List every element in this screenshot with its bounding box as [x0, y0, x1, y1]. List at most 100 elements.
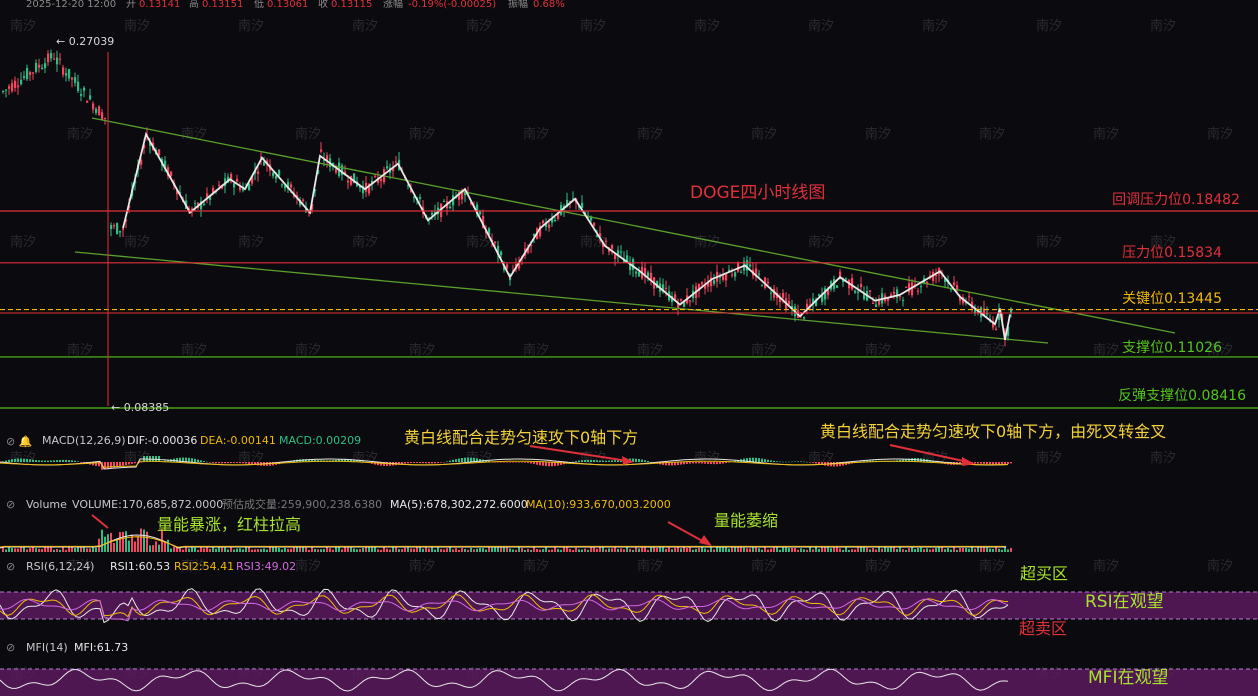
- volume-bar: [1010, 547, 1012, 552]
- volume-bar: [761, 549, 763, 552]
- volume-bar: [965, 547, 967, 552]
- macd-bar: [125, 462, 127, 465]
- watermark-text: 南汐: [637, 558, 663, 574]
- volume-bar: [302, 547, 304, 552]
- candle-body: [32, 72, 35, 74]
- volume-bar: [143, 529, 145, 552]
- macd-bar: [527, 462, 529, 464]
- volume-bar: [485, 549, 487, 552]
- candle-body: [611, 245, 614, 249]
- macd-bar: [515, 462, 517, 463]
- volume-bar: [704, 548, 706, 552]
- volume-bar: [1007, 549, 1009, 552]
- volume-bar: [419, 547, 421, 552]
- volume-bar: [905, 549, 907, 552]
- volume-bar: [653, 547, 655, 552]
- volume-bar: [656, 547, 658, 552]
- volume-bar: [968, 548, 970, 552]
- volume-bar: [473, 549, 475, 552]
- volume-label: Volume: [26, 498, 67, 511]
- candle-body: [734, 272, 737, 277]
- macd-bar: [107, 462, 109, 469]
- volume-bar: [557, 549, 559, 552]
- volume-bar: [155, 541, 157, 552]
- volume-bar: [92, 547, 94, 552]
- watermark-text: 南汐: [409, 342, 435, 358]
- watermark-text: 南汐: [1207, 558, 1233, 574]
- volume-bar: [542, 549, 544, 552]
- macd-bar: [416, 462, 418, 463]
- watermark-text: 南汐: [523, 342, 549, 358]
- volume-bar: [326, 547, 328, 552]
- volume-bar: [377, 549, 379, 552]
- volume-bar: [479, 548, 481, 552]
- candle-body: [953, 282, 956, 286]
- volume-bar: [17, 548, 19, 552]
- watermark-text: 南汐: [67, 342, 93, 358]
- macd-bar: [581, 460, 583, 462]
- volume-bar: [596, 548, 598, 552]
- macd-bar: [638, 459, 640, 462]
- candle-body: [38, 64, 41, 68]
- volume-bar: [287, 548, 289, 552]
- volume-bar: [800, 548, 802, 552]
- volume-bar: [1001, 549, 1003, 552]
- volume-bar: [455, 548, 457, 552]
- volume-bar: [884, 547, 886, 552]
- macd-bar: [704, 462, 706, 464]
- macd-bar: [440, 462, 442, 463]
- volume-bar: [920, 547, 922, 552]
- macd-bar: [596, 460, 598, 462]
- volume-bar: [221, 547, 223, 552]
- volume-bar: [767, 549, 769, 552]
- candle-body: [257, 171, 260, 174]
- volume-bar: [983, 546, 985, 552]
- volume-bar: [695, 548, 697, 552]
- volume-bar: [755, 547, 757, 552]
- volume-bar: [59, 549, 61, 552]
- macd-bar: [785, 461, 787, 463]
- volume-bar: [260, 549, 262, 552]
- volume-bar: [266, 549, 268, 552]
- volume-bar: [347, 547, 349, 552]
- volume-bar: [878, 547, 880, 552]
- volume-bar: [815, 546, 817, 552]
- header-high: 0.13151: [202, 0, 243, 10]
- volume-bar: [575, 547, 577, 552]
- macd-bar: [227, 462, 229, 464]
- level-label-2: 关键位0.13445: [1122, 291, 1222, 307]
- volume-bar: [116, 539, 118, 552]
- volume-bar: [191, 547, 193, 552]
- volume-bar: [692, 549, 694, 552]
- volume-bar: [989, 548, 991, 552]
- volume-bar: [959, 548, 961, 552]
- candle-body: [50, 53, 53, 59]
- candle-body: [836, 285, 839, 288]
- macd-bar: [200, 460, 202, 462]
- candle-body: [761, 285, 764, 287]
- macd-bar: [536, 462, 538, 465]
- candle-body: [995, 328, 998, 330]
- macd-bar: [203, 461, 205, 462]
- volume-bar: [608, 548, 610, 552]
- macd-bar: [539, 462, 541, 466]
- macd-bar: [35, 460, 37, 462]
- macd-bar: [56, 460, 58, 462]
- volume-bar: [497, 546, 499, 552]
- volume-bar: [728, 548, 730, 552]
- volume-bar: [941, 546, 943, 552]
- volume-bar: [932, 548, 934, 552]
- macd-bar: [584, 459, 586, 462]
- macd-bar: [215, 462, 217, 464]
- candle-body: [170, 171, 173, 177]
- macd-bar: [32, 459, 34, 462]
- candle-body: [44, 63, 47, 69]
- watermark-text: 南汐: [124, 234, 150, 250]
- macd-bar: [974, 462, 976, 464]
- macd-bar: [458, 458, 460, 462]
- candle-body: [917, 290, 920, 292]
- volume-bar: [926, 548, 928, 552]
- macd-bar: [608, 460, 610, 462]
- volume-bar: [98, 538, 100, 552]
- volume-bar: [782, 546, 784, 552]
